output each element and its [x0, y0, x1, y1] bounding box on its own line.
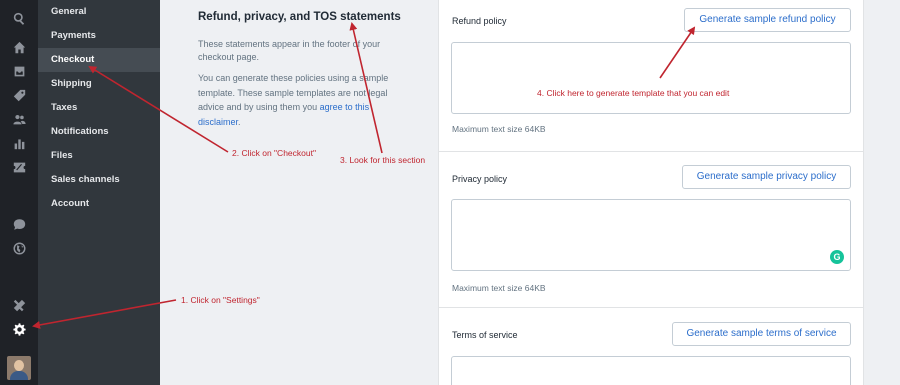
globe-icon[interactable]	[9, 238, 29, 258]
nav-item-shipping[interactable]: Shipping	[38, 72, 160, 96]
icon-rail	[0, 0, 38, 385]
avatar[interactable]	[7, 356, 31, 380]
annotation-generate: 4. Click here to generate template that …	[537, 88, 730, 98]
analytics-icon[interactable]	[9, 133, 29, 153]
apps-icon[interactable]	[9, 295, 29, 315]
section-title: Refund, privacy, and TOS statements	[198, 11, 401, 23]
orders-icon[interactable]	[9, 61, 29, 81]
divider	[438, 151, 864, 152]
refund-policy-label: Refund policy	[452, 16, 507, 26]
grammarly-icon[interactable]: G	[830, 250, 844, 264]
privacy-size-hint: Maximum text size 64KB	[452, 283, 546, 293]
disclaimer-period: .	[238, 116, 241, 127]
nav-item-account[interactable]: Account	[38, 192, 160, 216]
settings-nav: General Payments Checkout Shipping Taxes…	[38, 0, 160, 385]
nav-item-notifications[interactable]: Notifications	[38, 120, 160, 144]
chat-icon[interactable]	[9, 214, 29, 234]
nav-item-general[interactable]: General	[38, 0, 160, 24]
annotation-section: 3. Look for this section	[340, 155, 426, 165]
nav-item-taxes[interactable]: Taxes	[38, 96, 160, 120]
avatar-body	[10, 371, 28, 380]
generate-terms-of-service-button[interactable]: Generate sample terms of service	[672, 322, 851, 346]
annotation-checkout: 2. Click on "Checkout"	[232, 148, 316, 158]
privacy-policy-label: Privacy policy	[452, 174, 508, 184]
refund-size-hint: Maximum text size 64KB	[452, 124, 546, 134]
annotation-settings: 1. Click on "Settings"	[181, 295, 260, 305]
nav-item-sales-channels[interactable]: Sales channels	[38, 168, 160, 192]
terms-of-service-label: Terms of service	[452, 330, 518, 340]
products-icon[interactable]	[9, 85, 29, 105]
search-icon[interactable]	[9, 8, 29, 28]
avatar-face	[14, 360, 24, 371]
section-description: These statements appear in the footer of…	[198, 39, 381, 62]
section-disclaimer-text: You can generate these policies using a …	[198, 71, 403, 129]
refund-policy-textarea[interactable]	[451, 42, 851, 114]
nav-item-files[interactable]: Files	[38, 144, 160, 168]
discounts-icon[interactable]	[9, 157, 29, 177]
divider	[438, 307, 864, 308]
home-icon[interactable]	[9, 37, 29, 57]
customers-icon[interactable]	[9, 109, 29, 129]
privacy-policy-textarea[interactable]	[451, 199, 851, 271]
nav-item-payments[interactable]: Payments	[38, 24, 160, 48]
generate-refund-policy-button[interactable]: Generate sample refund policy	[684, 8, 851, 32]
terms-of-service-textarea[interactable]	[451, 356, 851, 385]
app-window: General Payments Checkout Shipping Taxes…	[0, 0, 900, 385]
nav-item-checkout[interactable]: Checkout	[38, 48, 160, 72]
generate-privacy-policy-button[interactable]: Generate sample privacy policy	[682, 165, 851, 189]
settings-icon[interactable]	[9, 319, 29, 339]
